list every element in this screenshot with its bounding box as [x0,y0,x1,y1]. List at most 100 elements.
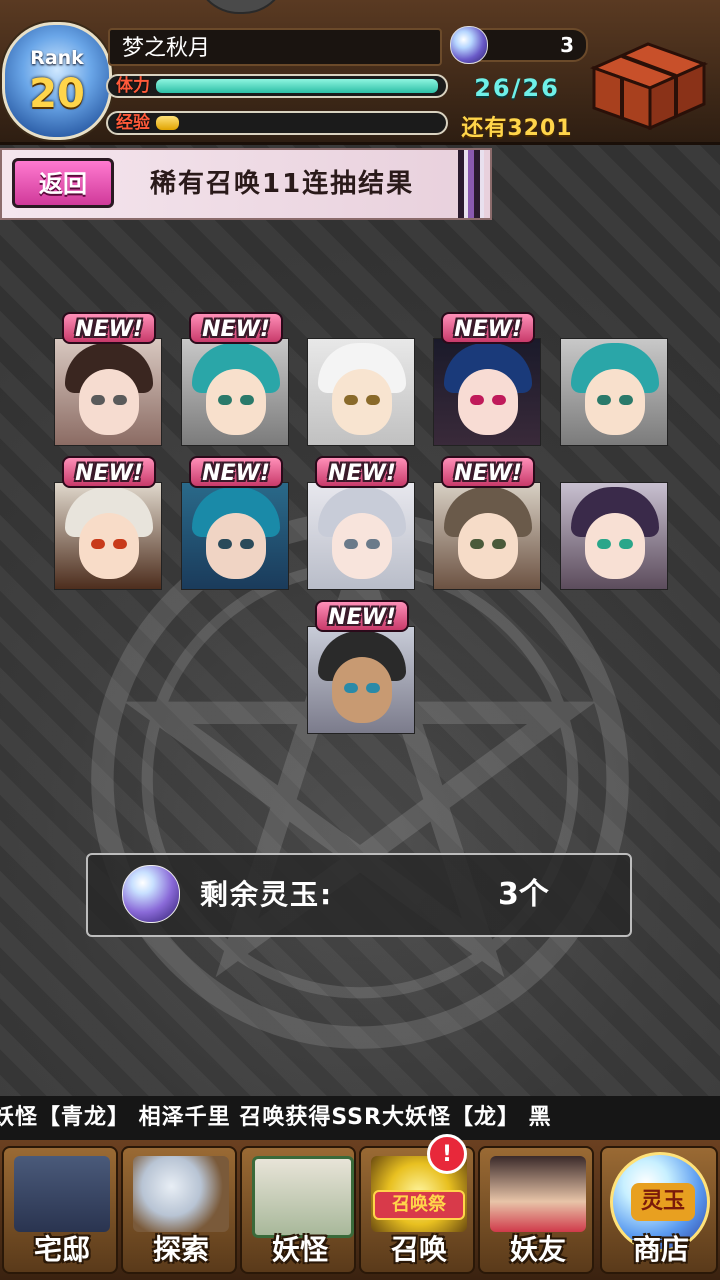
gem-counter[interactable]: 3 [450,26,588,64]
result-card[interactable] [560,482,668,590]
friend-avatar-icon [490,1156,586,1232]
character-eye [366,683,380,693]
new-badge: NEW! [62,312,156,344]
character-face [79,369,139,435]
result-card[interactable] [433,482,541,590]
character-face [458,513,518,579]
nav-friends[interactable]: 妖友 [478,1146,594,1274]
nav-explore[interactable]: 探索 [121,1146,237,1274]
new-badge: NEW! [441,456,535,488]
spirit-jade-icon [122,865,180,923]
alert-badge: ! [427,1134,467,1174]
character-face [332,657,392,723]
character-face [79,513,139,579]
character-eye [113,539,127,549]
exp-fill [156,116,179,130]
character-eye [366,539,380,549]
nav-label: 妖友 [509,1233,566,1266]
news-ticker: 妖怪【青龙】 相泽千里 召唤获得SSR大妖怪【龙】 黑 [0,1096,720,1140]
result-card[interactable] [307,626,415,734]
new-badge: NEW! [189,312,283,344]
ticker-text: 妖怪【青龙】 相泽千里 召唤获得SSR大妖怪【龙】 黑 [0,1105,552,1130]
character-face [585,513,645,579]
character-eye [597,539,611,549]
character-eye [344,539,358,549]
character-eye [344,395,358,405]
exp-remaining-text: 还有3201 [461,116,573,141]
character-face [332,369,392,435]
top-avatar [194,0,288,14]
result-card[interactable] [307,482,415,590]
character-eye [113,395,127,405]
nav-yokai[interactable]: 妖怪 [240,1146,356,1274]
exp-bar: 经验 [106,111,448,135]
character-face [206,369,266,435]
stamina-bar: 体力 [106,74,448,98]
shop-orb-text: 灵玉 [631,1183,695,1221]
character-eye [597,395,611,405]
new-badge: NEW! [441,312,535,344]
nav-label: 探索 [152,1233,209,1266]
result-card[interactable] [433,338,541,446]
nav-residence[interactable]: 宅邸 [2,1146,118,1274]
character-face [585,369,645,435]
character-eye [470,395,484,405]
remaining-value: 3个 [498,877,549,912]
remaining-jade-panel: 剩余灵玉: 3个 [86,853,632,937]
magnifier-icon [133,1156,229,1232]
character-eye [91,539,105,549]
character-eye [492,395,506,405]
character-eye [240,539,254,549]
character-face [332,513,392,579]
character-face [458,369,518,435]
spirit-jade-icon [450,26,488,64]
character-eye [492,539,506,549]
exp-label: 经验 [116,113,150,133]
stamina-fill [156,79,438,93]
character-eye [91,395,105,405]
result-card[interactable] [307,338,415,446]
result-card[interactable] [181,482,289,590]
character-eye [218,539,232,549]
new-badge: NEW! [189,456,283,488]
result-card[interactable] [181,338,289,446]
treasure-chest-icon[interactable] [588,38,710,132]
result-card[interactable] [560,338,668,446]
rank-badge: Rank 20 [2,22,112,140]
remaining-label: 剩余灵玉: [200,878,334,911]
page-title: 稀有召唤11连抽结果 [150,169,415,199]
result-header: 返回 稀有召唤11连抽结果 [0,148,492,220]
character-face [206,513,266,579]
nav-label: 宅邸 [33,1233,90,1266]
new-badge: NEW! [315,600,409,632]
character-eye [366,395,380,405]
back-button[interactable]: 返回 [12,158,114,208]
summon-festival-badge: 召唤祭 [373,1190,465,1220]
rank-label: Rank [30,47,84,69]
new-badge: NEW! [315,456,409,488]
new-badge: NEW! [62,456,156,488]
scroll-icon [252,1156,354,1238]
nav-label: 召唤 [390,1233,447,1266]
result-card[interactable] [54,338,162,446]
stamina-label: 体力 [116,76,150,96]
character-eye [619,539,633,549]
character-eye [619,395,633,405]
residence-icon [14,1156,110,1232]
character-eye [240,395,254,405]
nav-label: 商店 [632,1233,689,1266]
status-bar: Rank 20 梦之秋月 体力 经验 3 26/26 还有3201 [0,0,720,145]
nav-summon[interactable]: 召唤祭 ! 召唤 [359,1134,475,1274]
character-eye [470,539,484,549]
stamina-text: 26/26 [474,74,560,102]
nav-shop[interactable]: 灵玉 商店 [600,1146,718,1274]
character-eye [344,683,358,693]
gem-count: 3 [560,33,574,57]
nav-label: 妖怪 [271,1233,328,1266]
bottom-nav: 宅邸 探索 妖怪 召唤祭 ! 召唤 妖友 灵玉 商店 [0,1134,720,1280]
rank-value: 20 [29,71,85,117]
character-eye [218,395,232,405]
result-card[interactable] [54,482,162,590]
banner-stripe [458,150,484,218]
player-name: 梦之秋月 [108,28,442,66]
